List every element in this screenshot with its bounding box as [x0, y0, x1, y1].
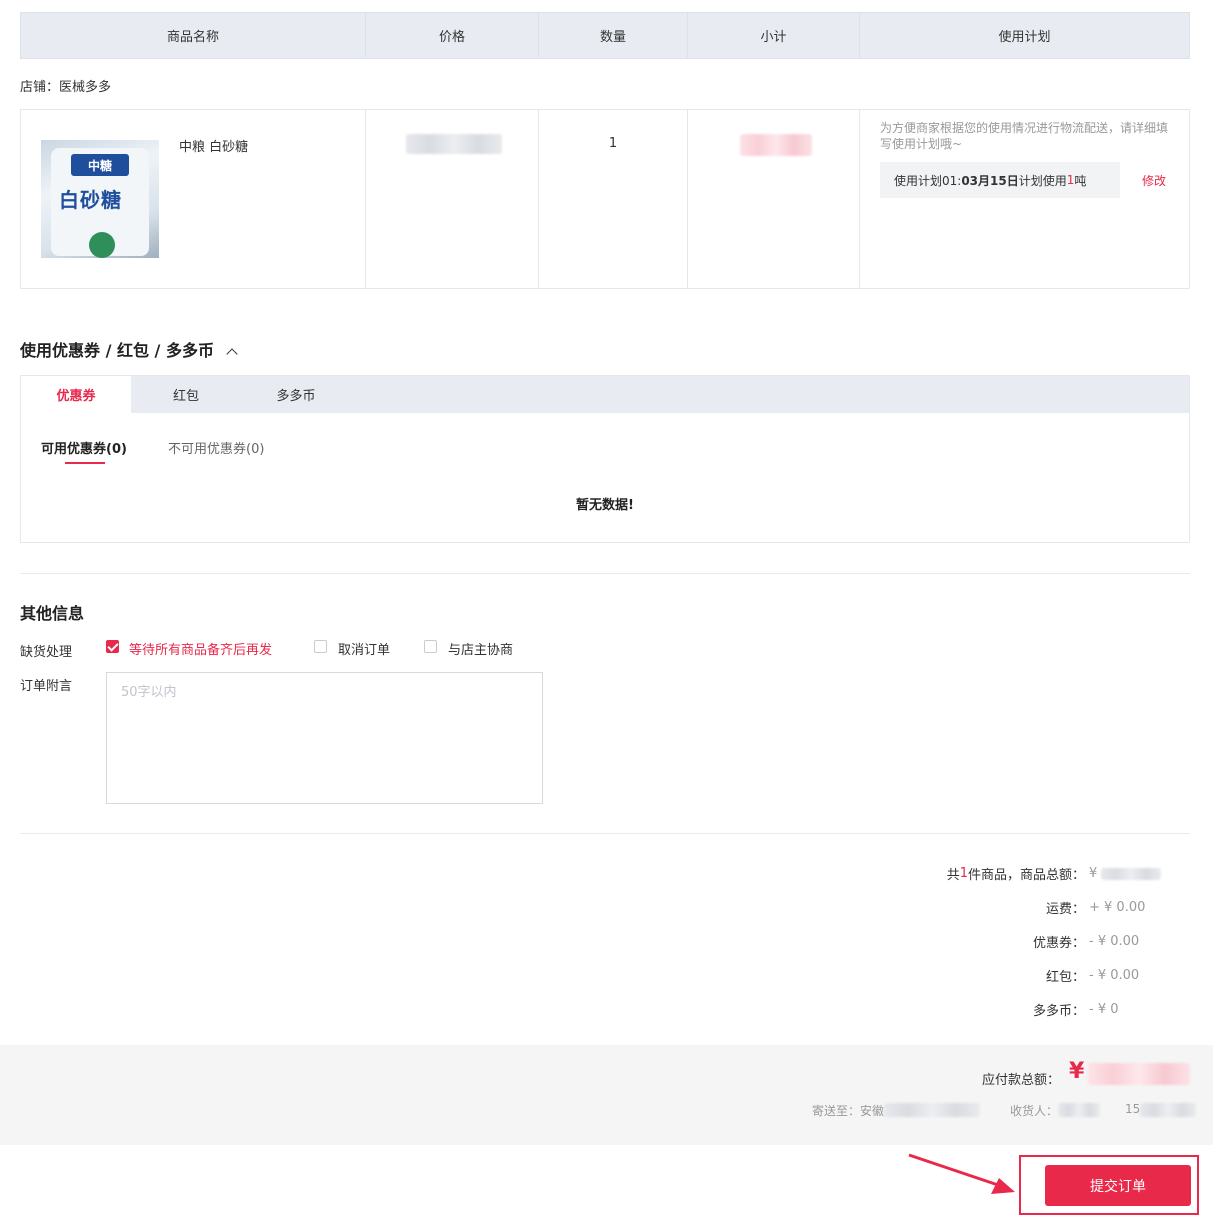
shop-name: 店铺：医械多多	[20, 80, 112, 95]
quantity-cell: 1	[539, 110, 688, 288]
shipping-label: 运费：	[1045, 902, 1085, 917]
summary-coupon: 优惠券： - ¥ 0.00	[1033, 932, 1161, 951]
product-logo: 中糖	[71, 154, 129, 176]
summary-count-prefix: 共	[946, 868, 960, 883]
tab-redpacket[interactable]: 红包	[131, 376, 241, 413]
empty-state-text: 暂无数据!	[576, 498, 634, 513]
coupon-label: 优惠券：	[1032, 936, 1085, 951]
plan-mid: 计划使用	[1018, 173, 1067, 188]
tab-coins[interactable]: 多多币	[241, 376, 351, 413]
option-cancel-checkbox[interactable]	[314, 640, 327, 653]
plan-unit: 吨	[1074, 173, 1087, 188]
active-subtab-underline	[65, 462, 105, 464]
submit-order-button[interactable]: 提交订单	[1045, 1165, 1191, 1206]
header-usage-plan: 使用计划	[998, 30, 1051, 45]
receiver-label: 收货人：	[1010, 1104, 1059, 1118]
usage-plan-entry: 使用计划01: 03月15日 计划使用 1 吨	[880, 162, 1120, 198]
table-row: 中糖 白砂糖 中粮 白砂糖 1 为方便商家根据您的使用情况进行物流配送，请详细填…	[20, 109, 1190, 289]
header-product-name: 商品名称	[21, 13, 366, 58]
price-cell	[366, 110, 539, 288]
shipping-value: + ¥ 0.00	[1089, 900, 1146, 915]
product-image[interactable]: 中糖 白砂糖	[41, 140, 159, 258]
goods-total-redacted	[1101, 867, 1161, 880]
header-quantity: 数量	[539, 13, 688, 58]
coins-label: 多多币：	[1032, 1004, 1085, 1019]
ship-to-label: 寄送至：安徽	[812, 1104, 885, 1118]
divider	[20, 573, 1190, 574]
order-footer: 应付款总额： ¥ 寄送至：安徽 收货人： 15	[0, 1045, 1213, 1145]
summary-currency: ¥	[1089, 866, 1098, 881]
plan-prefix: 使用计划01:	[894, 173, 962, 188]
product-image-text: 白砂糖	[59, 188, 122, 212]
usage-plan-tip: 为方便商家根据您的使用情况进行物流配送，请详细填写使用计划哦~	[880, 121, 1169, 151]
annotation-highlight-box: 提交订单	[1019, 1155, 1199, 1215]
subtotal-cell	[688, 110, 860, 288]
tab-coupon[interactable]: 优惠券	[21, 376, 131, 413]
total-currency: ¥	[1069, 1059, 1085, 1084]
quantity-value: 1	[608, 136, 618, 151]
option-wait-checkbox[interactable]	[106, 640, 119, 653]
subtab-unavailable-coupons[interactable]: 不可用优惠券(0)	[168, 438, 264, 457]
summary-count-suffix: 件商品，商品总额：	[967, 868, 1085, 883]
product-badge-icon	[89, 232, 115, 258]
total-amount-redacted	[1088, 1063, 1190, 1085]
edit-plan-link[interactable]: 修改	[1142, 172, 1166, 189]
annotation-arrow-icon	[908, 1153, 1015, 1194]
product-cell: 中糖 白砂糖 中粮 白砂糖	[21, 110, 366, 288]
header-price: 价格	[366, 13, 539, 58]
coupon-panel: 优惠券 红包 多多币 可用优惠券(0) 不可用优惠券(0) 暂无数据!	[20, 375, 1190, 543]
summary-redpacket: 红包： - ¥ 0.00	[1046, 966, 1161, 985]
order-memo-input[interactable]	[106, 672, 543, 804]
cart-table-header: 商品名称 价格 数量 小计 使用计划	[20, 12, 1190, 59]
total-label: 应付款总额：	[982, 1073, 1061, 1088]
header-subtotal: 小计	[688, 13, 860, 58]
other-info-title: 其他信息	[20, 604, 85, 623]
summary-goods-total: 共 1 件商品，商品总额： ¥	[947, 864, 1161, 883]
summary-shipping: 运费： + ¥ 0.00	[1046, 898, 1161, 917]
plan-date: 03月15日	[961, 173, 1019, 188]
option-cancel-label[interactable]: 取消订单	[338, 639, 390, 658]
coupon-section-title: 使用优惠券 / 红包 / 多多币	[20, 341, 214, 360]
phone-prefix: 15	[1125, 1102, 1141, 1116]
usage-plan-cell: 为方便商家根据您的使用情况进行物流配送，请详细填写使用计划哦~ 使用计划01: …	[860, 110, 1189, 288]
redpacket-label: 红包：	[1045, 970, 1085, 985]
product-name-link[interactable]: 中粮 白砂糖	[179, 136, 248, 155]
receiver-redacted	[1058, 1103, 1100, 1117]
subtab-available-coupons[interactable]: 可用优惠券(0)	[41, 438, 127, 457]
memo-label: 订单附言	[20, 679, 73, 694]
chevron-up-icon	[226, 348, 238, 360]
option-negotiate-label[interactable]: 与店主协商	[448, 639, 513, 658]
address-redacted	[884, 1103, 980, 1117]
stockout-label: 缺货处理	[20, 645, 73, 660]
subtotal-redacted	[740, 134, 812, 156]
coupon-value: - ¥ 0.00	[1089, 934, 1140, 949]
price-redacted	[406, 134, 502, 154]
plan-quantity: 1	[1066, 173, 1075, 187]
redpacket-value: - ¥ 0.00	[1089, 968, 1140, 983]
phone-redacted	[1140, 1103, 1196, 1117]
summary-count: 1	[959, 866, 968, 881]
summary-coins: 多多币： - ¥ 0	[1033, 1000, 1161, 1019]
option-wait-label[interactable]: 等待所有商品备齐后再发	[129, 639, 272, 658]
coins-value: - ¥ 0	[1089, 1002, 1119, 1017]
option-negotiate-checkbox[interactable]	[424, 640, 437, 653]
divider	[20, 833, 1190, 834]
coupon-section-toggle[interactable]: 使用优惠券 / 红包 / 多多币	[20, 337, 238, 361]
